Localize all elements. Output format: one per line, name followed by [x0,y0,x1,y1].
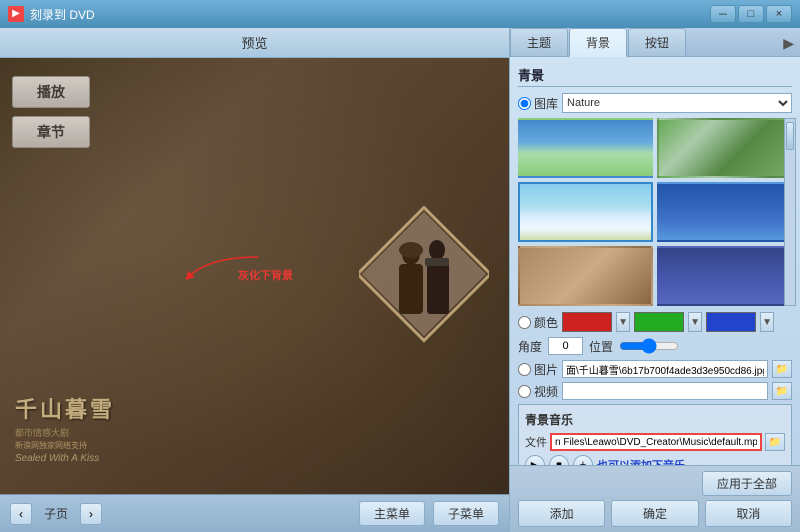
gallery-select[interactable]: Nature [562,93,792,113]
right-bottom: 应用于全部 添加 确定 取消 [510,465,800,532]
image-folder-btn[interactable]: 📁 [772,360,792,378]
color-label: 颜色 [534,314,558,331]
thumb-beach[interactable] [518,182,653,242]
tab-arrow[interactable]: ▶ [777,31,800,56]
gallery-radio[interactable] [518,97,531,110]
minimize-button[interactable]: － [710,5,736,23]
bottom-buttons: 添加 确定 取消 [518,500,792,527]
preview-photo [359,206,489,346]
music-folder-btn[interactable]: 📁 [765,433,785,451]
close-button[interactable]: × [766,5,792,23]
app-icon: ▶ [8,6,24,22]
gallery-label: 图库 [534,95,558,112]
pos-label: 位置 [589,338,613,355]
main-menu-btn[interactable]: 主菜单 [359,501,425,526]
image-radio[interactable] [518,363,531,376]
stop-btn[interactable]: ⏹ [549,455,569,465]
color-dropdown-green[interactable]: ▼ [688,312,702,332]
thumb-extra2[interactable] [657,246,792,306]
window-controls: － □ × [710,5,792,23]
bottom-nav: ‹ 子页 › 主菜单 子菜单 [0,494,509,532]
preview-title: 千山暮雪 都市情感大剧 新浪网独家网络支持 Sealed With A Kiss [15,392,504,464]
angle-label: 角度 [518,338,542,355]
music-section: 青景音乐 文件 📁 ▶ ⏹ + 也可以添加下音乐 循环播放 [518,404,792,465]
tabs-row: 主题 背景 按钮 ▶ [510,28,800,57]
angle-input[interactable] [548,337,583,355]
scrollbar-thumb [786,122,794,150]
angle-row: 角度 位置 [518,337,792,355]
title-desc: 新浪网独家网络支持 [15,440,504,451]
thumb-sky[interactable] [518,118,653,178]
cancel-btn[interactable]: 取消 [705,500,792,527]
add-btn[interactable]: 添加 [518,500,605,527]
image-label: 图片 [534,361,558,378]
play-btn[interactable]: ▶ [525,455,545,465]
color-radio[interactable] [518,316,531,329]
image-path-input[interactable] [562,360,768,378]
music-add-btn[interactable]: + [573,455,593,465]
thumb-scrollbar[interactable] [784,118,796,306]
music-file-input[interactable] [550,433,762,451]
video-radio[interactable] [518,385,531,398]
preview-chapter-btn[interactable]: 章节 [12,116,90,148]
music-file-row: 文件 📁 [525,433,785,451]
color-swatch-green[interactable] [634,312,684,332]
right-content: 青景 图库 Nature [510,57,800,465]
file-label: 文件 [525,434,547,450]
thumb-extra1[interactable] [518,246,653,306]
nav-next-btn[interactable]: › [80,503,102,525]
gallery-row: 图库 Nature [518,93,792,113]
music-annotation: 也可以添加下音乐 [597,457,685,465]
right-panel: 主题 背景 按钮 ▶ 青景 图库 Nature [510,28,800,532]
color-dropdown-blue[interactable]: ▼ [760,312,774,332]
color-swatch-red[interactable] [562,312,612,332]
image-radio-label: 图片 [518,361,558,378]
video-radio-label: 视频 [518,383,558,400]
color-dropdown-red[interactable]: ▼ [616,312,630,332]
section-title: 青景 [518,65,792,87]
preview-play-btn[interactable]: 播放 [12,76,90,108]
main-container: 预览 播放 章节 [0,28,800,532]
title-bar: ▶ 刻录到 DVD － □ × [0,0,800,28]
video-path-input[interactable] [562,382,768,400]
dvd-preview: 播放 章节 [0,58,509,494]
title-sub: 都市情感大剧 [15,426,504,439]
preview-area: 播放 章节 [0,58,509,494]
preview-header: 预览 [0,28,509,58]
title-main: 千山暮雪 [15,392,504,424]
window-title: 刻录到 DVD [30,6,710,23]
ok-btn[interactable]: 确定 [611,500,698,527]
thumb-forest[interactable] [657,118,792,178]
color-row: 颜色 ▼ ▼ ▼ [518,312,792,332]
apply-all-btn[interactable]: 应用于全部 [702,471,792,496]
video-folder-btn[interactable]: 📁 [772,382,792,400]
thumb-sea[interactable] [657,182,792,242]
apply-row: 应用于全部 [518,471,792,496]
thumb-grid [518,118,792,306]
music-section-title: 青景音乐 [525,411,785,428]
title-italic: Sealed With A Kiss [15,453,504,464]
pos-slider[interactable] [619,338,679,354]
maximize-button[interactable]: □ [738,5,764,23]
preview-buttons-area: 播放 章节 [12,76,90,148]
color-swatch-blue[interactable] [706,312,756,332]
image-row: 图片 📁 [518,360,792,378]
left-panel: 预览 播放 章节 [0,28,510,532]
nav-label: 子页 [40,505,72,522]
video-row: 视频 📁 [518,382,792,400]
nav-prev-btn[interactable]: ‹ [10,503,32,525]
tab-theme[interactable]: 主题 [510,28,568,56]
sub-menu-btn[interactable]: 子菜单 [433,501,499,526]
tab-button[interactable]: 按钮 [628,28,686,56]
color-radio-label: 颜色 [518,314,558,331]
music-controls: ▶ ⏹ + 也可以添加下音乐 [525,455,785,465]
gallery-radio-label: 图库 [518,95,558,112]
annotation: 灰化下背景 [238,267,293,283]
video-label: 视频 [534,383,558,400]
tab-background[interactable]: 背景 [569,28,627,57]
